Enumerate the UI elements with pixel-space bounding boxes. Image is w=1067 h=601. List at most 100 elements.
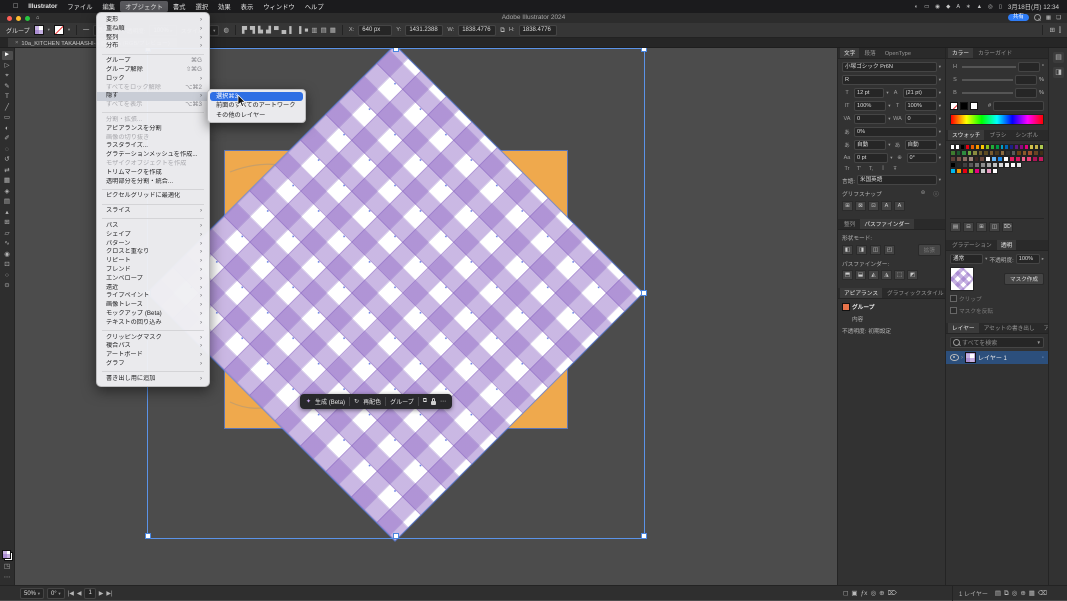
object-menu-item-29[interactable]: リピート› [97, 257, 209, 266]
object-menu-item-9[interactable]: 隠す› [97, 92, 209, 101]
shape-mode-icon-3[interactable]: ◰ [884, 245, 895, 255]
object-menu-item-38[interactable]: クリッピングマスク› [97, 334, 209, 343]
blend-mode-field[interactable]: 通常 [950, 254, 983, 264]
line-segment-tool[interactable]: ╱ [2, 104, 13, 113]
object-menu-item-14[interactable]: 画像の切り抜き [97, 134, 209, 143]
eraser-tool[interactable]: ◌ [2, 146, 13, 155]
swatch-tab-スウォッチ[interactable]: スウォッチ [948, 130, 984, 140]
object-menu-item-6[interactable]: グループ解除⇧⌘G [97, 66, 209, 75]
magic-wand-tool[interactable]: ⌖ [2, 72, 13, 81]
dock-panel-icon-0[interactable]: ▤ [1053, 52, 1064, 63]
type-tool[interactable]: T [2, 93, 13, 102]
fill-swatch[interactable] [34, 25, 44, 35]
zoom-tool[interactable]: ⊙ [2, 282, 13, 291]
menu-item-ウィンドウ[interactable]: ウィンドウ [258, 1, 299, 12]
pathfinder-icon-2[interactable]: ◭ [868, 270, 879, 280]
menu-item-効果[interactable]: 効果 [213, 1, 236, 12]
char-field-r-1[interactable]: 100% [905, 101, 937, 111]
char-field-r-2[interactable]: 0 [905, 114, 937, 124]
menu-clock[interactable]: 3月18日(月) 12:34 [1008, 2, 1059, 11]
appearance-footer-icon-0[interactable]: ◻ [843, 589, 848, 598]
lock-icon[interactable] [431, 401, 436, 405]
align-icon-7[interactable]: ▐ [297, 26, 302, 35]
last-artboard-button[interactable]: ▶| [106, 590, 112, 597]
search-icon[interactable] [1034, 14, 1041, 21]
object-menu-item-19[interactable]: 透明部分を分割・統合... [97, 178, 209, 187]
hide-submenu-item-0[interactable]: 選択⌘3 [210, 92, 303, 101]
appearance-tab-アピアランス[interactable]: アピアランス [840, 288, 882, 298]
alignpf-tab-パスファインダー[interactable]: パスファインダー [860, 219, 914, 229]
color-slider-track-H[interactable] [962, 66, 1016, 68]
color-value-S[interactable] [1015, 75, 1037, 85]
swatch-footer-icon-0[interactable]: ▤ [950, 222, 961, 232]
pathfinder-icon-0[interactable]: ⬒ [842, 270, 853, 280]
pathfinder-icon-4[interactable]: ⬚ [894, 270, 905, 280]
char-field-l-4[interactable]: 自動 [854, 140, 886, 150]
alignpf-tab-整列[interactable]: 整列 [840, 219, 859, 229]
char-field-r-4[interactable]: 自動 [905, 140, 937, 150]
group-button[interactable]: グループ [390, 397, 414, 406]
opacity-thumbnail[interactable] [950, 267, 974, 291]
align-icon-5[interactable]: ▄ [282, 26, 287, 35]
record-icon[interactable]: ◉ [935, 4, 940, 10]
stroke-swatch[interactable] [54, 25, 64, 35]
swatch-footer-icon-1[interactable]: ⊟ [963, 222, 974, 232]
rectangle-tool[interactable]: ▭ [2, 114, 13, 123]
w-field[interactable]: 1838.4776 [458, 25, 496, 36]
object-menu-item-28[interactable]: クロスと重なり› [97, 248, 209, 257]
object-menu-item-1[interactable]: 重ね順› [97, 25, 209, 34]
char-field-l-3[interactable]: 0% [854, 127, 937, 137]
workspace-switcher-icon[interactable]: ❏ [1056, 15, 1061, 21]
transparency-tab-グラデーション[interactable]: グラデーション [948, 240, 996, 250]
appearance-tab-グラフィックスタイル[interactable]: グラフィックスタイル [883, 288, 945, 298]
swatch-tab-ブラシ[interactable]: ブラシ [985, 130, 1010, 140]
char-tab-段落[interactable]: 段落 [860, 48, 879, 58]
selection-tool[interactable]: ► [2, 51, 13, 60]
object-menu-item-34[interactable]: 画像トレース› [97, 301, 209, 310]
char-field-l-1[interactable]: 100% [854, 101, 886, 111]
align-icon-8[interactable]: ■ [304, 26, 308, 35]
swatch-tab-シンボル[interactable]: シンボル [1011, 130, 1042, 140]
mesh-tool[interactable]: ⊞ [2, 219, 13, 228]
width-tool[interactable]: ▦ [2, 177, 13, 186]
pathfinder-icon-3[interactable]: ◮ [881, 270, 892, 280]
shape-mode-icon-1[interactable]: ◨ [856, 245, 867, 255]
object-menu-item-10[interactable]: すべてを表示⌥⌘3 [97, 101, 209, 110]
menu-item-ヘルプ[interactable]: ヘルプ [300, 1, 329, 12]
type-style-icon-3[interactable]: Ī [878, 166, 888, 172]
swatch-2-15[interactable] [1038, 156, 1044, 162]
dock-panel-icon-1[interactable]: ◨ [1053, 67, 1064, 78]
align-icon-11[interactable]: ▦ [330, 26, 336, 35]
font-style-field[interactable]: R [842, 75, 937, 85]
artboard-number-field[interactable]: 1 [84, 588, 95, 599]
recolor-artwork-icon[interactable]: ◍ [223, 26, 229, 35]
type-style-icon-4[interactable]: Ŧ [890, 166, 900, 172]
object-menu-item-41[interactable]: グラフ› [97, 360, 209, 369]
menu-item-書式[interactable]: 書式 [168, 1, 191, 12]
layers-filter-icon[interactable]: ▼ [1037, 340, 1041, 345]
free-transform-tool[interactable]: ◈ [2, 188, 13, 197]
spotlight-icon[interactable]: ◎ [988, 4, 993, 10]
zoom-level-field[interactable]: 50% ▾ [20, 588, 44, 599]
type-style-icon-1[interactable]: T' [854, 166, 864, 172]
glyph-info-icon-1[interactable]: ⓘ [931, 190, 941, 198]
first-artboard-button[interactable]: |◀ [68, 590, 74, 597]
object-menu-item-30[interactable]: ブレンド› [97, 266, 209, 275]
color-tab-カラー[interactable]: カラー [948, 48, 973, 58]
layers-footer-icon-2[interactable]: ◎ [1012, 589, 1018, 598]
shape-mode-icon-2[interactable]: ◫ [870, 245, 881, 255]
layer-row[interactable]: › レイヤー 1 ◦ [946, 351, 1048, 364]
fill-dropdown-icon[interactable]: ▾ [48, 27, 50, 33]
y-field[interactable]: 1431.2388 [405, 25, 443, 36]
color-tab-カラーガイド[interactable]: カラーガイド [974, 48, 1016, 58]
invert-mask-checkbox[interactable] [950, 307, 957, 314]
type-style-icon-2[interactable]: T, [866, 166, 876, 172]
color-slider-track-S[interactable] [962, 79, 1013, 81]
x-field[interactable]: 640 px [358, 25, 392, 36]
make-mask-button[interactable]: マスク作成 [1004, 273, 1044, 285]
object-menu-item-26[interactable]: シェイプ› [97, 231, 209, 240]
appearance-row-2[interactable]: 不透明度:初期設定 [842, 326, 941, 335]
layers-tab-アートボード[interactable]: アートボード [1040, 323, 1048, 333]
hide-submenu-item-2[interactable]: その他のレイヤー [208, 111, 305, 120]
glyph-snap-icon-4[interactable]: A [894, 201, 905, 211]
